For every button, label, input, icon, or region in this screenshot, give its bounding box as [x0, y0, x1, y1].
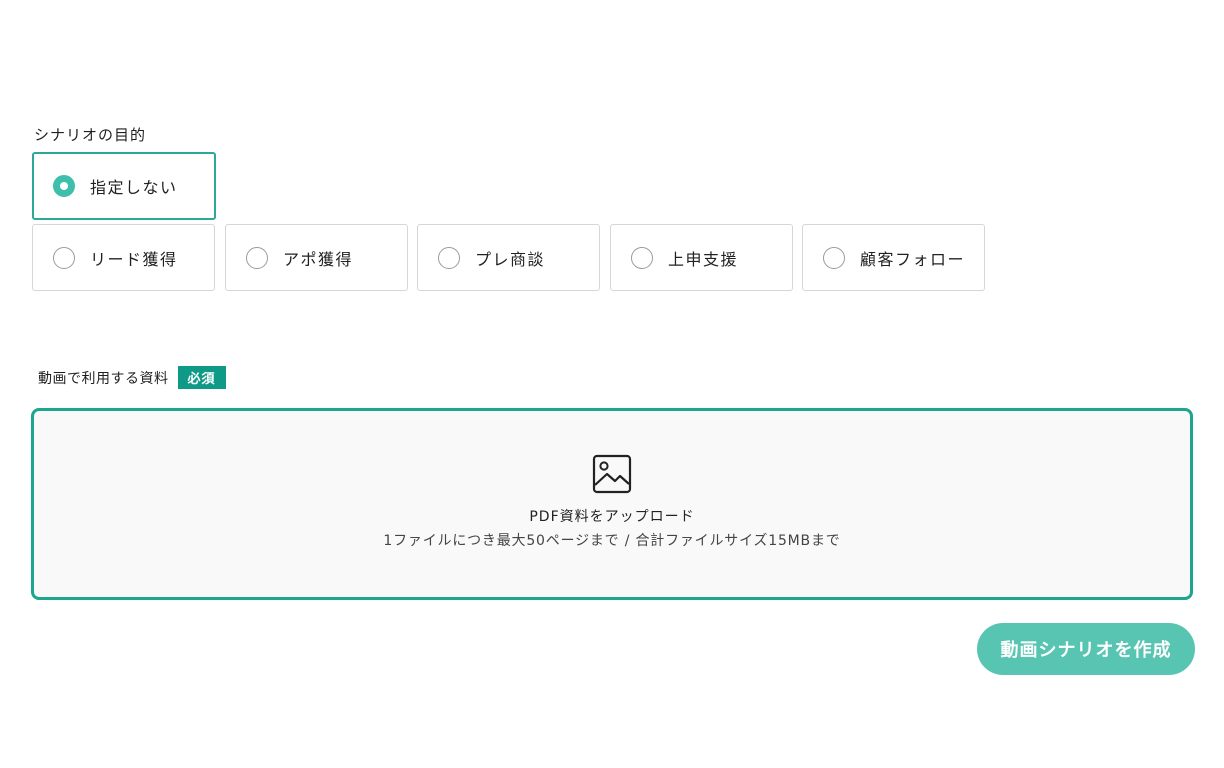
option-escalation-support[interactable]: 上申支援 — [610, 224, 793, 291]
image-icon — [592, 454, 632, 494]
option-lead-acquisition[interactable]: リード獲得 — [32, 224, 215, 291]
radio-unselected-icon[interactable] — [438, 246, 460, 269]
option-appointment[interactable]: アポ獲得 — [225, 224, 408, 291]
option-label: プレ商談 — [475, 249, 546, 269]
radio-unselected-icon[interactable] — [246, 246, 268, 269]
upload-subtitle: 1ファイルにつき最大50ページまで / 合計ファイルサイズ15MBまで — [383, 533, 841, 549]
create-video-scenario-button[interactable]: 動画シナリオを作成 — [977, 623, 1195, 675]
option-pre-meeting[interactable]: プレ商談 — [417, 224, 600, 291]
option-label: リード獲得 — [90, 249, 178, 269]
radio-unselected-icon[interactable] — [631, 246, 653, 269]
upload-heading: 動画で利用する資料 必須 — [38, 366, 226, 389]
required-badge: 必須 — [177, 366, 226, 389]
option-label: 指定しない — [90, 178, 178, 197]
option-label: アポ獲得 — [283, 249, 354, 269]
option-label: 上申支援 — [668, 249, 739, 269]
upload-label: 動画で利用する資料 — [38, 370, 169, 387]
pdf-upload-dropzone[interactable]: PDF資料をアップロード 1ファイルにつき最大50ページまで / 合計ファイルサ… — [31, 408, 1193, 600]
option-customer-follow[interactable]: 顧客フォロー — [802, 224, 985, 291]
scenario-purpose-label: シナリオの目的 — [34, 126, 147, 144]
option-none[interactable]: 指定しない — [32, 152, 216, 220]
radio-selected-icon[interactable] — [53, 175, 75, 197]
option-label: 顧客フォロー — [860, 249, 966, 269]
radio-unselected-icon[interactable] — [53, 246, 75, 269]
radio-unselected-icon[interactable] — [823, 246, 845, 269]
upload-title: PDF資料をアップロード — [529, 509, 695, 525]
